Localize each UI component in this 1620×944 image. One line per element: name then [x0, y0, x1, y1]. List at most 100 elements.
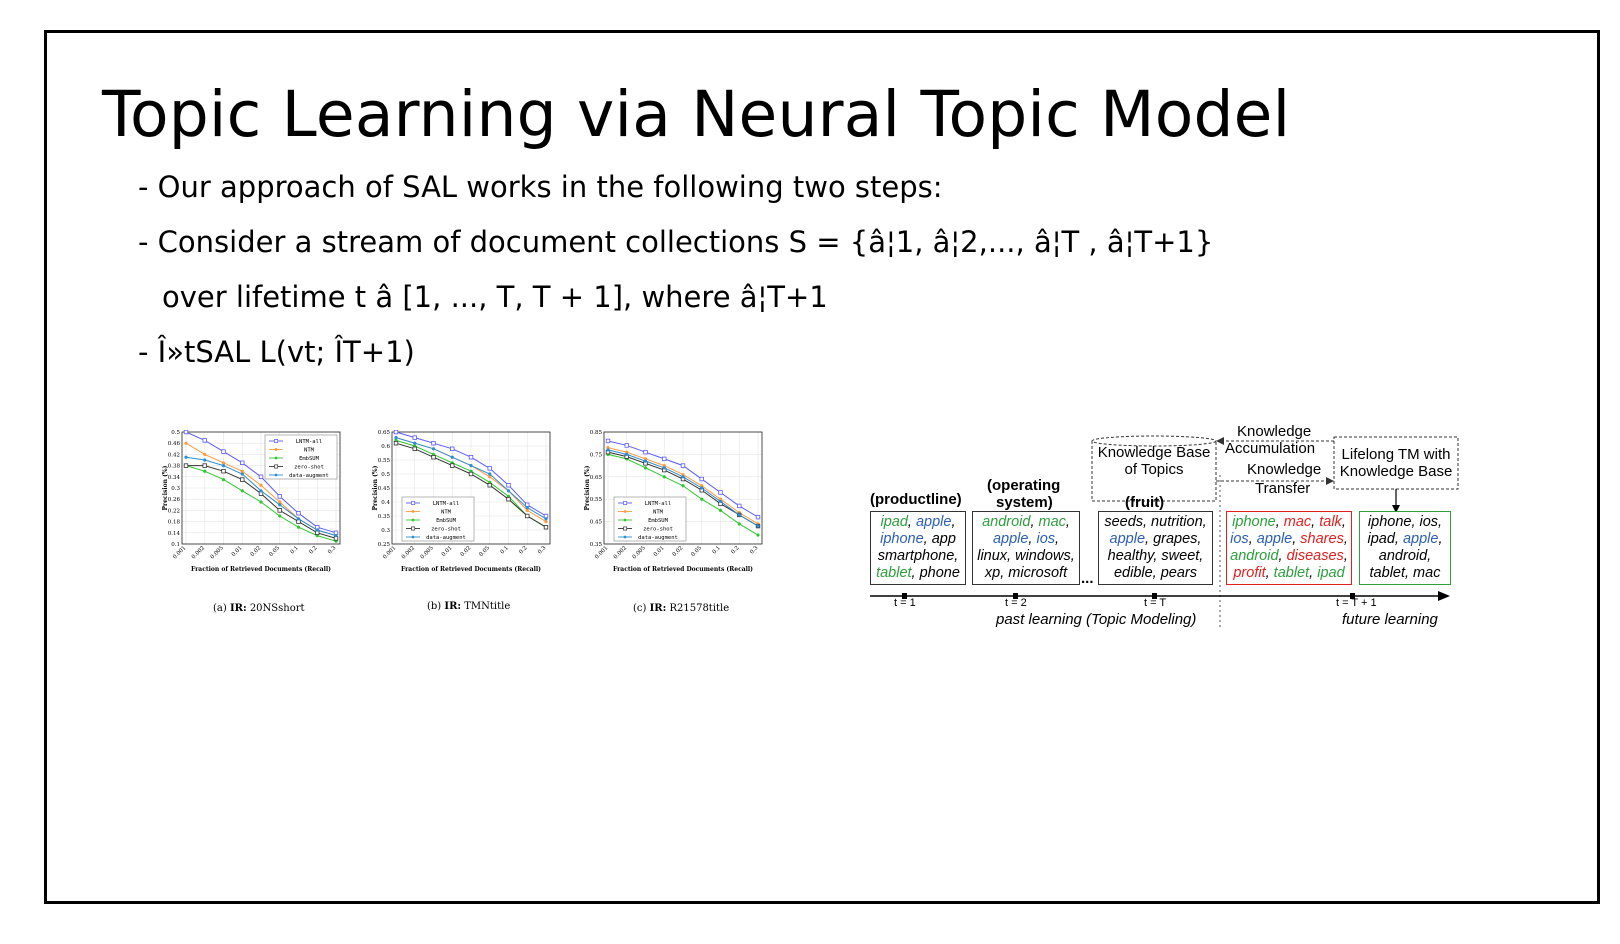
data-point	[526, 506, 529, 509]
data-point	[297, 526, 300, 529]
bullet-1: - Our approach of SAL works in the follo…	[138, 170, 943, 204]
y-tick-label: 0.1	[171, 542, 180, 548]
tick-tT1: t = T + 1	[1336, 597, 1377, 609]
x-tick-label: 0.02	[250, 545, 263, 558]
topic-word-line: smartphone,	[871, 548, 965, 565]
data-point	[297, 517, 300, 520]
data-point	[756, 515, 760, 519]
topic-word: edible, pears	[1114, 565, 1197, 581]
data-point	[316, 528, 319, 531]
topic-word: apple	[1257, 531, 1292, 547]
data-point	[525, 514, 529, 518]
past-learning-label: past learning (Topic Modeling)	[996, 611, 1196, 628]
data-point	[681, 464, 685, 468]
x-tick-label: 0.05	[690, 545, 703, 558]
accumulation-label-line2: Accumulation	[1225, 440, 1315, 457]
legend-marker	[275, 439, 278, 442]
legend-marker	[412, 519, 415, 522]
topic-word: ,	[1344, 531, 1348, 547]
topic-word: ipad	[1317, 565, 1344, 581]
topic-word: xp, microsoft	[985, 565, 1067, 581]
topic-word-line: iphone, ios,	[1360, 514, 1450, 531]
legend-label: data-augment	[426, 535, 466, 541]
header-operating: (operating	[987, 477, 1060, 494]
y-tick-label: 0.45	[590, 520, 603, 526]
topic-box-4: iphone, mac, talk, ios, apple, shares, and…	[1226, 511, 1352, 585]
header-system: system)	[996, 494, 1053, 511]
data-point	[278, 509, 282, 513]
data-point	[203, 458, 206, 461]
legend-label: data-augment	[638, 535, 678, 541]
data-point	[488, 483, 492, 487]
tick-t2: t = 2	[1005, 597, 1027, 609]
topic-word-line: android, mac,	[973, 514, 1079, 531]
tick-tT: t = T	[1144, 597, 1166, 609]
topic-word: ,	[1342, 514, 1346, 530]
topic-box-3: seeds, nutrition, apple, grapes, healthy, …	[1098, 511, 1213, 585]
chart-caption-b: (b) IR: TMNtitle	[427, 601, 510, 612]
topic-word: , grapes,	[1145, 531, 1201, 547]
data-point	[259, 489, 262, 492]
y-tick-label: 0.3	[171, 486, 180, 492]
y-tick-label: 0.4	[381, 500, 390, 506]
data-point	[756, 533, 759, 536]
topic-word: shares	[1300, 531, 1344, 547]
x-tick-label: 0.1	[499, 545, 509, 555]
data-point	[451, 456, 454, 459]
x-axis-label: Fraction of Retrieved Documents (Recall)	[613, 566, 753, 573]
topic-word-line: xp, microsoft	[973, 565, 1079, 582]
data-point	[450, 447, 454, 451]
x-tick-label: 0.005	[210, 545, 226, 561]
topic-word: android	[982, 514, 1030, 530]
legend-marker	[412, 510, 415, 513]
legend-marker	[275, 448, 278, 451]
chart-panel-c: 0.35 0.45 0.55 0.65 0.75 0.85 0.001 0.002 0.005 0…	[582, 430, 782, 604]
data-point	[184, 456, 187, 459]
y-tick-label: 0.5	[171, 430, 180, 436]
topic-word-line: linux, windows,	[973, 548, 1079, 565]
x-tick-label: 0.002	[613, 545, 628, 560]
ellipsis: ...	[1081, 570, 1094, 587]
data-point	[625, 453, 628, 456]
bullet-3: - Î»tSAL L(vt; Î T+1)	[138, 335, 415, 369]
y-tick-label: 0.46	[168, 441, 181, 447]
topic-word: talk	[1319, 514, 1342, 530]
data-point	[469, 464, 472, 467]
topic-word: diseases	[1287, 548, 1344, 564]
data-point	[241, 470, 244, 473]
chart-caption-c: (c) IR: R21578title	[633, 603, 729, 614]
data-point	[625, 444, 629, 448]
data-point	[222, 469, 226, 473]
y-tick-label: 0.34	[168, 475, 181, 481]
topic-word-line: ipad, apple,	[871, 514, 965, 531]
header-productline: (productline)	[870, 491, 962, 508]
topic-word-line: edible, pears	[1099, 565, 1212, 582]
topic-word-line: healthy, sweet,	[1099, 548, 1212, 565]
data-point	[394, 436, 397, 439]
data-point	[681, 475, 684, 478]
y-tick-label: 0.35	[378, 514, 391, 520]
x-tick-label: 0.1	[289, 545, 299, 555]
accumulation-label-line1: Knowledge	[1237, 423, 1311, 440]
data-point	[184, 464, 188, 468]
data-point	[719, 509, 722, 512]
chart-c: 0.350.450.550.650.750.850.001 0.002 0.005 0…	[582, 430, 782, 600]
slide-title: Topic Learning via Neural Topic Model	[102, 78, 1290, 151]
topic-word: ipad,	[1368, 531, 1403, 547]
y-tick-label: 0.14	[168, 531, 181, 537]
lifelong-label-line1: Lifelong TM with	[1334, 446, 1458, 463]
legend-label: NTM	[441, 510, 452, 516]
data-point	[432, 441, 436, 445]
y-tick-label: 0.85	[590, 430, 603, 436]
topic-word-line: android, diseases,	[1227, 548, 1351, 565]
legend-label: EmbSUM	[648, 518, 669, 524]
topic-word: iphone	[880, 531, 924, 547]
chart-a: 0.10.140.180.220.260.30.340.380.420.460.…	[160, 430, 360, 600]
data-point	[488, 467, 492, 471]
lifelong-label-line2: Knowledge Base	[1334, 463, 1458, 480]
legend-marker	[275, 465, 278, 468]
x-tick-label: 0.3	[749, 545, 760, 556]
topic-word: ,	[1438, 531, 1442, 547]
data-point	[278, 495, 282, 499]
data-point	[544, 525, 548, 529]
